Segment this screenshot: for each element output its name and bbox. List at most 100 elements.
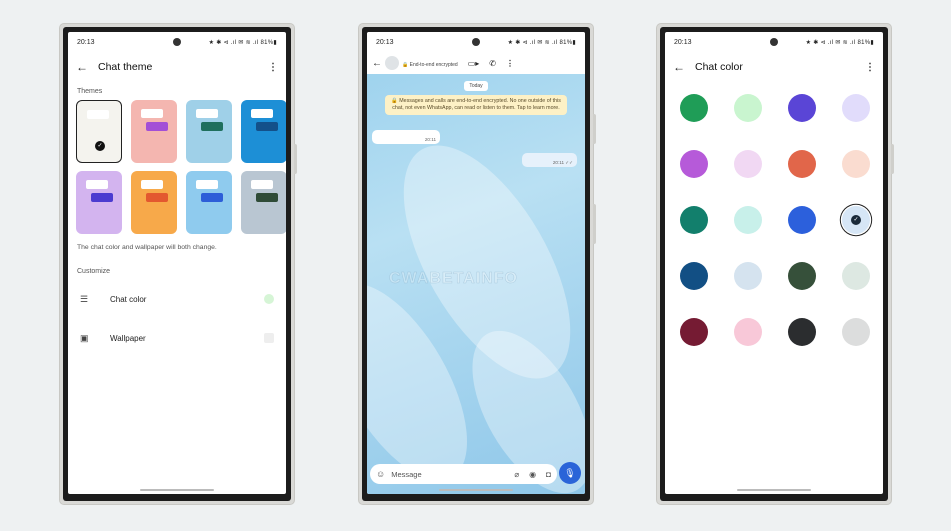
- color-option[interactable]: [680, 262, 708, 290]
- theme-option-orange[interactable]: [131, 171, 177, 234]
- video-call-icon[interactable]: ▭▸: [468, 59, 480, 68]
- side-button: [294, 144, 297, 174]
- status-bar: 20:13 ★ ✱ ⊲ .ıl ✉ ≋ .ıl 81%▮: [665, 32, 883, 52]
- chat-color-icon: ☰: [80, 293, 89, 304]
- contact-avatar[interactable]: [385, 56, 399, 70]
- helper-text: The chat color and wallpaper will both c…: [77, 244, 217, 251]
- chat-app-bar: ← 🔒 End-to-end encrypted ▭▸ ✆ ⋮: [367, 52, 585, 74]
- side-button: [593, 204, 596, 244]
- attach-icon[interactable]: ⌀: [514, 470, 519, 479]
- preview-bubble-incoming: [87, 110, 109, 119]
- emoji-icon[interactable]: ☺: [376, 469, 385, 479]
- status-bar: 20:13 ★ ✱ ⊲ .ıl ✉ ≋ .ıl 81%▮: [367, 32, 585, 52]
- color-option[interactable]: [680, 318, 708, 346]
- outgoing-message[interactable]: 20:11 ✓✓: [522, 153, 577, 167]
- preview-bubble-outgoing: [91, 193, 113, 202]
- wallpaper-swatch: [264, 333, 274, 343]
- chat-color-screen: 20:13 ★ ✱ ⊲ .ıl ✉ ≋ .ıl 81%▮ ← Chat colo…: [665, 32, 883, 494]
- theme-option-blue-lines[interactable]: [241, 100, 286, 163]
- color-option[interactable]: [734, 262, 762, 290]
- status-icons: ★ ✱ ⊲ .ıl ✉ ≋ .ıl 81%▮: [208, 39, 277, 46]
- color-grid: ✓: [680, 94, 871, 346]
- message-input[interactable]: Message: [391, 470, 421, 479]
- mic-icon[interactable]: 🎙: [559, 462, 581, 484]
- color-option[interactable]: [788, 318, 816, 346]
- theme-option-default[interactable]: ✓: [76, 100, 122, 163]
- chat-screen: CWABETAINFO 20:13 ★ ✱ ⊲ .ıl ✉ ≋ .ıl 81%▮…: [367, 32, 585, 494]
- color-option[interactable]: [680, 150, 708, 178]
- theme-option-botanical[interactable]: [241, 171, 286, 234]
- message-time: 20:11: [424, 137, 436, 142]
- preview-bubble-incoming: [251, 109, 273, 118]
- watermark: CWABETAINFO: [389, 270, 518, 288]
- front-camera: [472, 38, 480, 46]
- encryption-label[interactable]: 🔒 End-to-end encrypted: [402, 62, 458, 68]
- arrow-left-icon[interactable]: ←: [76, 60, 92, 74]
- home-indicator[interactable]: [140, 489, 214, 491]
- chat-theme-screen: 20:13 ★ ✱ ⊲ .ıl ✉ ≋ .ıl 81%▮ ← Chat them…: [68, 32, 286, 494]
- chat-color-swatch: [264, 294, 274, 304]
- color-option[interactable]: [680, 206, 708, 234]
- page-title: Chat theme: [98, 61, 153, 73]
- home-indicator[interactable]: [439, 489, 513, 491]
- color-option[interactable]: [734, 318, 762, 346]
- phone-icon[interactable]: ✆: [489, 59, 496, 68]
- page-title: Chat color: [695, 61, 743, 73]
- wallpaper-row[interactable]: ▣ Wallpaper: [68, 321, 286, 355]
- preview-bubble-incoming: [86, 180, 108, 189]
- themes-label: Themes: [77, 88, 103, 95]
- color-option[interactable]: [842, 318, 870, 346]
- preview-bubble-outgoing: [256, 122, 278, 131]
- preview-bubble-outgoing: [201, 122, 223, 131]
- phone-frame-chat: CWABETAINFO 20:13 ★ ✱ ⊲ .ıl ✉ ≋ .ıl 81%▮…: [359, 24, 596, 504]
- color-option[interactable]: [842, 94, 870, 122]
- color-option[interactable]: [788, 206, 816, 234]
- more-vertical-icon[interactable]: ⋮: [268, 62, 278, 73]
- message-composer[interactable]: ☺ Message ⌀ ◉ ◘: [370, 464, 557, 484]
- status-icons: ★ ✱ ⊲ .ıl ✉ ≋ .ıl 81%▮: [805, 39, 874, 46]
- preview-bubble-outgoing: [146, 122, 168, 131]
- encryption-notice[interactable]: 🔒 Messages and calls are end-to-end encr…: [385, 95, 567, 115]
- front-camera: [173, 38, 181, 46]
- wallpaper-label: Wallpaper: [110, 333, 146, 343]
- app-bar: ← Chat theme ⋮: [68, 52, 286, 82]
- chat-color-label: Chat color: [110, 294, 147, 304]
- preview-bubble-incoming: [141, 180, 163, 189]
- color-option[interactable]: [734, 94, 762, 122]
- side-button: [891, 144, 894, 174]
- more-vertical-icon[interactable]: ⋮: [865, 62, 875, 73]
- arrow-left-icon[interactable]: ←: [673, 60, 689, 74]
- camera-icon[interactable]: ◘: [546, 470, 551, 479]
- incoming-message[interactable]: 20:11: [372, 130, 440, 144]
- color-option[interactable]: [680, 94, 708, 122]
- color-option[interactable]: ✓: [842, 206, 870, 234]
- color-option[interactable]: [788, 262, 816, 290]
- phone-frame-chat-theme: 20:13 ★ ✱ ⊲ .ıl ✉ ≋ .ıl 81%▮ ← Chat them…: [60, 24, 297, 504]
- message-time: 20:11 ✓✓: [552, 160, 573, 165]
- color-option[interactable]: [842, 150, 870, 178]
- theme-option-beach[interactable]: [186, 100, 232, 163]
- phone-frame-chat-color: 20:13 ★ ✱ ⊲ .ıl ✉ ≋ .ıl 81%▮ ← Chat colo…: [657, 24, 894, 504]
- color-option[interactable]: [788, 94, 816, 122]
- more-vertical-icon[interactable]: ⋮: [506, 59, 514, 68]
- status-time: 20:13: [674, 38, 692, 46]
- status-time: 20:13: [376, 38, 394, 46]
- theme-option-lavender[interactable]: [76, 171, 122, 234]
- chat-color-row[interactable]: ☰ Chat color: [68, 282, 286, 316]
- theme-option-pink-coral[interactable]: [131, 100, 177, 163]
- rupee-payment-icon[interactable]: ◉: [529, 470, 536, 479]
- preview-bubble-outgoing: [146, 193, 168, 202]
- color-option[interactable]: [734, 206, 762, 234]
- check-icon: ✓: [95, 141, 105, 151]
- home-indicator[interactable]: [737, 489, 811, 491]
- color-option[interactable]: [734, 150, 762, 178]
- theme-option-sky[interactable]: [186, 171, 232, 234]
- preview-bubble-incoming: [196, 109, 218, 118]
- status-time: 20:13: [77, 38, 95, 46]
- preview-bubble-incoming: [196, 180, 218, 189]
- arrow-left-icon[interactable]: ←: [372, 58, 382, 69]
- side-button: [593, 114, 596, 144]
- color-option[interactable]: [842, 262, 870, 290]
- preview-bubble-incoming: [251, 180, 273, 189]
- color-option[interactable]: [788, 150, 816, 178]
